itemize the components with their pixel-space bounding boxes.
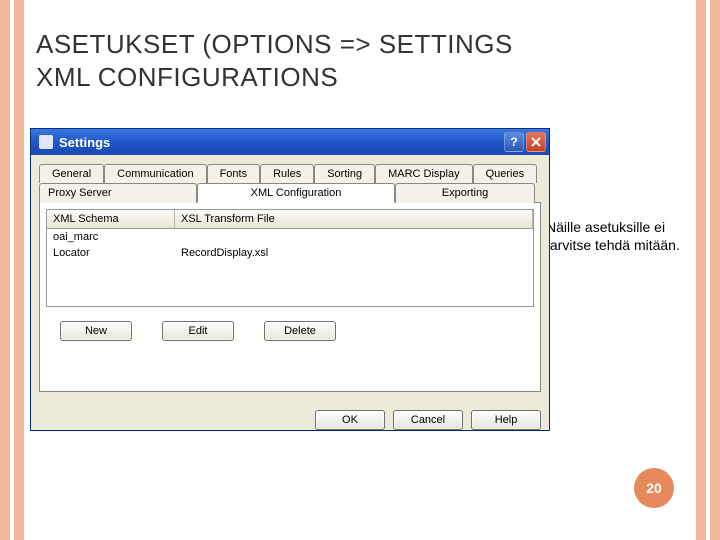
annotation-text: Näille asetuksille ei tarvitse tehdä mit… [546,218,686,254]
list-body[interactable]: oai_marc Locator RecordDisplay.xsl [46,229,534,307]
tab-rules[interactable]: Rules [260,164,314,183]
tab-sorting[interactable]: Sorting [314,164,375,183]
tab-general[interactable]: General [39,164,104,183]
new-button[interactable]: New [60,321,132,341]
tab-communication[interactable]: Communication [104,164,206,183]
cell-xsl: RecordDisplay.xsl [175,245,533,261]
edit-button[interactable]: Edit [162,321,234,341]
slide-heading: ASETUKSET (OPTIONS => SETTINGS XML CONFI… [36,28,513,93]
tab-row: Proxy Server XML Configuration Exporting [39,182,541,202]
cell-xsl [175,229,533,245]
heading-line: XML CONFIGURATIONS [36,61,513,94]
slide: ASETUKSET (OPTIONS => SETTINGS XML CONFI… [0,0,720,540]
accent-band [710,0,720,540]
ok-button[interactable]: OK [315,410,385,430]
tab-row: General Communication Fonts Rules Sortin… [39,163,541,182]
close-icon [531,137,541,147]
accent-band [696,0,706,540]
cell-schema: Locator [47,245,175,261]
close-button[interactable] [526,132,546,152]
help-button[interactable]: ? [504,132,524,152]
dialog-title: Settings [59,135,110,150]
page-number-badge: 20 [634,468,674,508]
list-button-row: New Edit Delete [46,321,534,341]
table-row[interactable]: Locator RecordDisplay.xsl [47,245,533,261]
app-icon [39,135,53,149]
dialog-button-row: OK Cancel Help [31,402,549,430]
heading-line: ASETUKSET (OPTIONS => SETTINGS [36,28,513,61]
settings-dialog: Settings ? General Communication Fonts R… [30,128,550,431]
tab-xml-configuration[interactable]: XML Configuration [197,183,395,203]
tab-queries[interactable]: Queries [473,164,538,183]
tab-marc-display[interactable]: MARC Display [375,164,473,183]
table-row[interactable]: oai_marc [47,229,533,245]
titlebar[interactable]: Settings ? [31,129,549,155]
page-number: 20 [646,480,662,496]
delete-button[interactable]: Delete [264,321,336,341]
tab-proxy-server[interactable]: Proxy Server [39,183,197,203]
tab-fonts[interactable]: Fonts [207,164,261,183]
accent-band [0,0,10,540]
tab-exporting[interactable]: Exporting [395,183,535,203]
cancel-button[interactable]: Cancel [393,410,463,430]
col-xsl-transform[interactable]: XSL Transform File [175,210,533,228]
help-button[interactable]: Help [471,410,541,430]
list-header: XML Schema XSL Transform File [46,209,534,229]
col-xml-schema[interactable]: XML Schema [47,210,175,228]
cell-schema: oai_marc [47,229,175,245]
tab-panel-xml-configuration: XML Schema XSL Transform File oai_marc L… [39,202,541,392]
accent-band [14,0,24,540]
